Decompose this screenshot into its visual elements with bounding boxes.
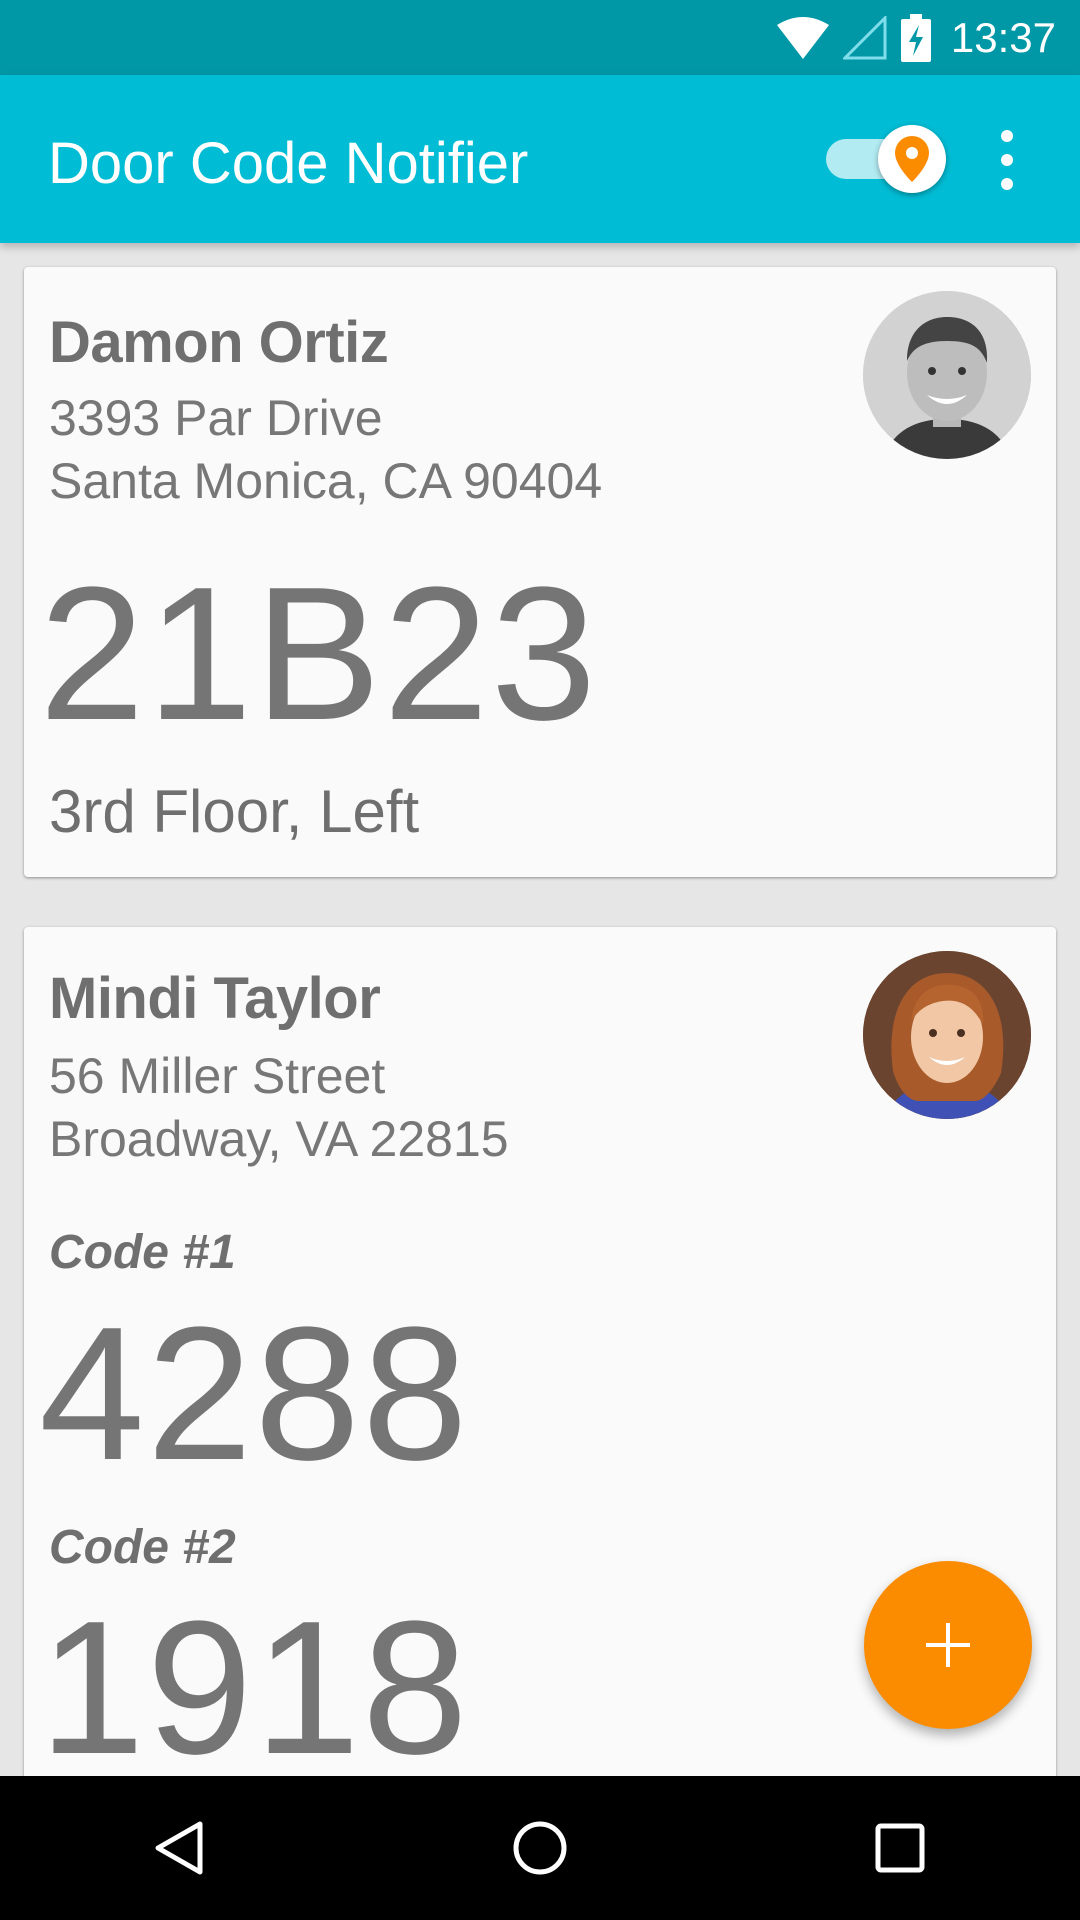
door-code-card[interactable]: Damon Ortiz 3393 Par Drive Santa Monica,… (24, 267, 1056, 877)
back-button[interactable] (130, 1798, 230, 1898)
code-label: Code #1 (49, 1226, 236, 1279)
code-note: 3rd Floor, Left (49, 778, 420, 845)
address-line-1: 3393 Par Drive (49, 390, 383, 446)
avatar (863, 291, 1031, 459)
avatar (863, 951, 1031, 1119)
location-pin-icon (895, 136, 929, 182)
app-bar: Door Code Notifier (0, 75, 1080, 243)
back-icon (155, 1821, 203, 1875)
recents-icon (875, 1823, 925, 1873)
address-line-2: Santa Monica, CA 90404 (49, 453, 603, 509)
cell-signal-icon (842, 15, 887, 59)
status-time: 13:37 (950, 13, 1056, 61)
door-code: 1918 (39, 1582, 470, 1776)
location-toggle[interactable] (826, 125, 946, 193)
door-code-list: Damon Ortiz 3393 Par Drive Santa Monica,… (0, 243, 1080, 1776)
address-line-1: 56 Miller Street (49, 1048, 386, 1104)
code-label: Code #2 (49, 1521, 236, 1574)
address-line-2: Broadway, VA 22815 (49, 1111, 509, 1167)
door-code: 4288 (39, 1288, 470, 1500)
plus-icon (926, 1623, 970, 1667)
contact-name: Damon Ortiz (49, 310, 389, 375)
status-icons: 13:37 (776, 0, 1056, 75)
home-icon (513, 1821, 567, 1875)
overflow-menu-icon[interactable] (990, 130, 1024, 190)
wifi-icon (776, 16, 829, 59)
avatar-man-photo (863, 291, 1031, 459)
contact-name: Mindi Taylor (49, 966, 381, 1031)
status-bar: 13:37 (0, 0, 1080, 75)
add-door-code-button[interactable] (864, 1561, 1032, 1729)
battery-charging-icon (900, 13, 931, 62)
avatar-woman-photo (863, 951, 1031, 1119)
door-code: 21B23 (39, 548, 599, 760)
app-title: Door Code Notifier (48, 131, 529, 196)
toggle-thumb (878, 125, 946, 193)
recents-button[interactable] (850, 1798, 950, 1898)
system-nav-bar (0, 1776, 1080, 1920)
home-button[interactable] (490, 1798, 590, 1898)
